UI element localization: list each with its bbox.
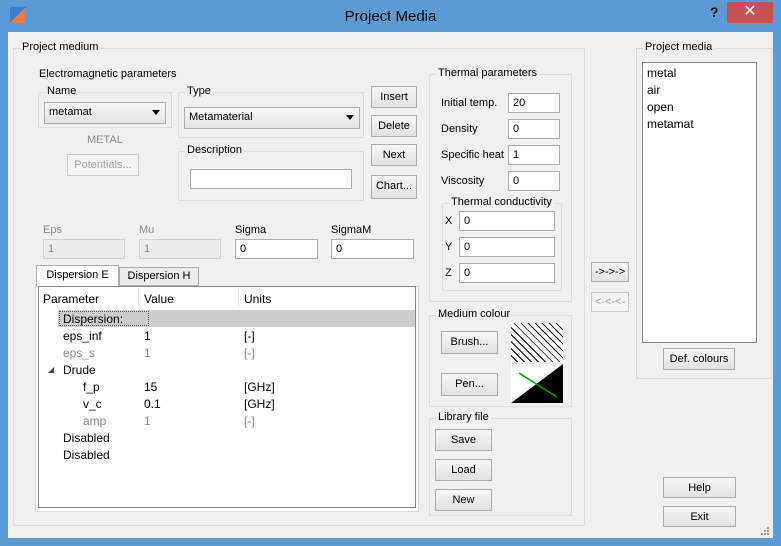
table-cell-units: [-]: [244, 329, 255, 343]
sigma-field[interactable]: 0: [235, 239, 318, 259]
table-row[interactable]: f_p: [83, 380, 100, 394]
dialog-client: Project medium Electromagnetic parameter…: [8, 32, 773, 538]
conductivity-y-label: Y: [445, 241, 453, 253]
name-combo[interactable]: metamat: [44, 102, 166, 124]
header-separator: [138, 290, 139, 306]
viscosity-label: Viscosity: [441, 175, 485, 187]
description-label: Description: [185, 144, 245, 156]
type-label: Type: [185, 85, 213, 97]
project-media-window: Project Media ? ✕ Project medium Electro…: [0, 0, 781, 546]
sigmam-label: SigmaM: [331, 224, 372, 236]
conductivity-x-label: X: [445, 215, 453, 227]
header-separator: [238, 290, 239, 306]
specific-heat-field[interactable]: 1: [508, 145, 560, 165]
table-cell-units: [GHz]: [244, 397, 275, 411]
remove-from-project-button[interactable]: <-<-<-: [591, 292, 629, 312]
type-combo[interactable]: Metamaterial: [184, 107, 360, 129]
project-media-label: Project media: [643, 41, 715, 53]
insert-button[interactable]: Insert: [371, 86, 417, 108]
table-row[interactable]: Drude: [63, 363, 96, 377]
new-button[interactable]: New: [435, 489, 492, 511]
conductivity-y-field[interactable]: 0: [459, 237, 555, 257]
title-bar: Project Media ? ✕: [1, 1, 780, 32]
initial-temp-label: Initial temp.: [441, 97, 498, 109]
tree-expand-icon[interactable]: [47, 366, 55, 374]
table-row[interactable]: Dispersion:: [63, 312, 123, 326]
specific-heat-label: Specific heat: [441, 149, 504, 161]
table-row[interactable]: Disabled: [63, 431, 110, 445]
window-title: Project Media: [344, 8, 437, 25]
em-params-label: Electromagnetic parameters: [39, 68, 177, 80]
list-item[interactable]: metamat: [647, 117, 694, 131]
header-units[interactable]: Units: [244, 292, 271, 306]
thermal-conductivity-label: Thermal conductivity: [449, 196, 554, 208]
table-row[interactable]: v_c: [83, 397, 102, 411]
base-medium-label: METAL: [87, 134, 123, 146]
sigmam-field[interactable]: 0: [331, 239, 414, 259]
delete-button[interactable]: Delete: [371, 115, 417, 137]
tab-dispersion-e[interactable]: Dispersion E: [36, 265, 119, 287]
next-button[interactable]: Next: [371, 144, 417, 166]
table-cell-units: [GHz]: [244, 380, 275, 394]
table-cell-value: 1: [144, 346, 151, 360]
eps-field: 1: [43, 239, 125, 259]
name-label: Name: [45, 85, 79, 97]
help-button[interactable]: Help: [663, 477, 736, 498]
project-media-list[interactable]: metal air open metamat: [642, 62, 757, 343]
conductivity-z-label: Z: [445, 267, 452, 279]
type-combo-value: Metamaterial: [189, 111, 253, 123]
save-button[interactable]: Save: [435, 429, 492, 451]
density-label: Density: [441, 123, 478, 135]
chevron-down-icon: [152, 110, 160, 115]
table-cell-units: [-]: [244, 414, 255, 428]
table-row: eps_s: [63, 346, 96, 360]
name-combo-value: metamat: [49, 106, 92, 118]
viscosity-field[interactable]: 0: [508, 171, 560, 191]
project-medium-label: Project medium: [20, 41, 101, 53]
mu-label: Mu: [139, 224, 155, 236]
medium-colour-label: Medium colour: [436, 308, 513, 320]
chevron-down-icon: [346, 115, 354, 120]
table-cell-units: [-]: [244, 346, 255, 360]
help-question-button[interactable]: ?: [710, 4, 719, 20]
pen-button[interactable]: Pen...: [441, 373, 498, 396]
eps-label: Eps: [43, 224, 62, 236]
table-cell-value[interactable]: 1: [144, 329, 151, 343]
tab-dispersion-h[interactable]: Dispersion H: [119, 267, 199, 286]
list-item[interactable]: air: [647, 83, 660, 97]
sigma-label: Sigma: [235, 224, 267, 236]
density-field[interactable]: 0: [508, 119, 560, 139]
library-file-label: Library file: [436, 411, 491, 423]
header-value[interactable]: Value: [144, 292, 174, 306]
table-cell-value[interactable]: 0.1: [144, 397, 161, 411]
chart-button[interactable]: Chart...: [371, 175, 417, 199]
header-parameter[interactable]: Parameter: [43, 292, 99, 306]
table-row[interactable]: Disabled: [63, 448, 110, 462]
close-button[interactable]: ✕: [727, 2, 773, 23]
list-item[interactable]: open: [647, 100, 674, 114]
pen-preview: [511, 364, 563, 403]
initial-temp-field[interactable]: 20: [508, 93, 560, 113]
potentials-button[interactable]: Potentials...: [67, 154, 139, 176]
brush-preview: [511, 323, 563, 362]
table-cell-value[interactable]: 15: [144, 380, 157, 394]
exit-button[interactable]: Exit: [663, 506, 736, 527]
conductivity-x-field[interactable]: 0: [459, 211, 555, 231]
def-colours-button[interactable]: Def. colours: [663, 348, 735, 370]
list-item[interactable]: metal: [647, 66, 676, 80]
mu-field: 1: [139, 239, 221, 259]
brush-button[interactable]: Brush...: [441, 331, 498, 354]
load-button[interactable]: Load: [435, 459, 492, 481]
table-row: amp: [83, 414, 107, 428]
thermal-params-label: Thermal parameters: [436, 67, 540, 79]
description-field[interactable]: [190, 169, 352, 189]
add-to-project-button[interactable]: ->->->: [591, 262, 629, 282]
conductivity-z-field[interactable]: 0: [459, 263, 555, 283]
resize-grip-icon[interactable]: [760, 526, 770, 536]
dispersion-table[interactable]: Parameter Value Units Dispersion: eps_in…: [38, 286, 416, 508]
table-cell-value: 1: [144, 414, 151, 428]
table-row[interactable]: eps_inf: [63, 329, 102, 343]
